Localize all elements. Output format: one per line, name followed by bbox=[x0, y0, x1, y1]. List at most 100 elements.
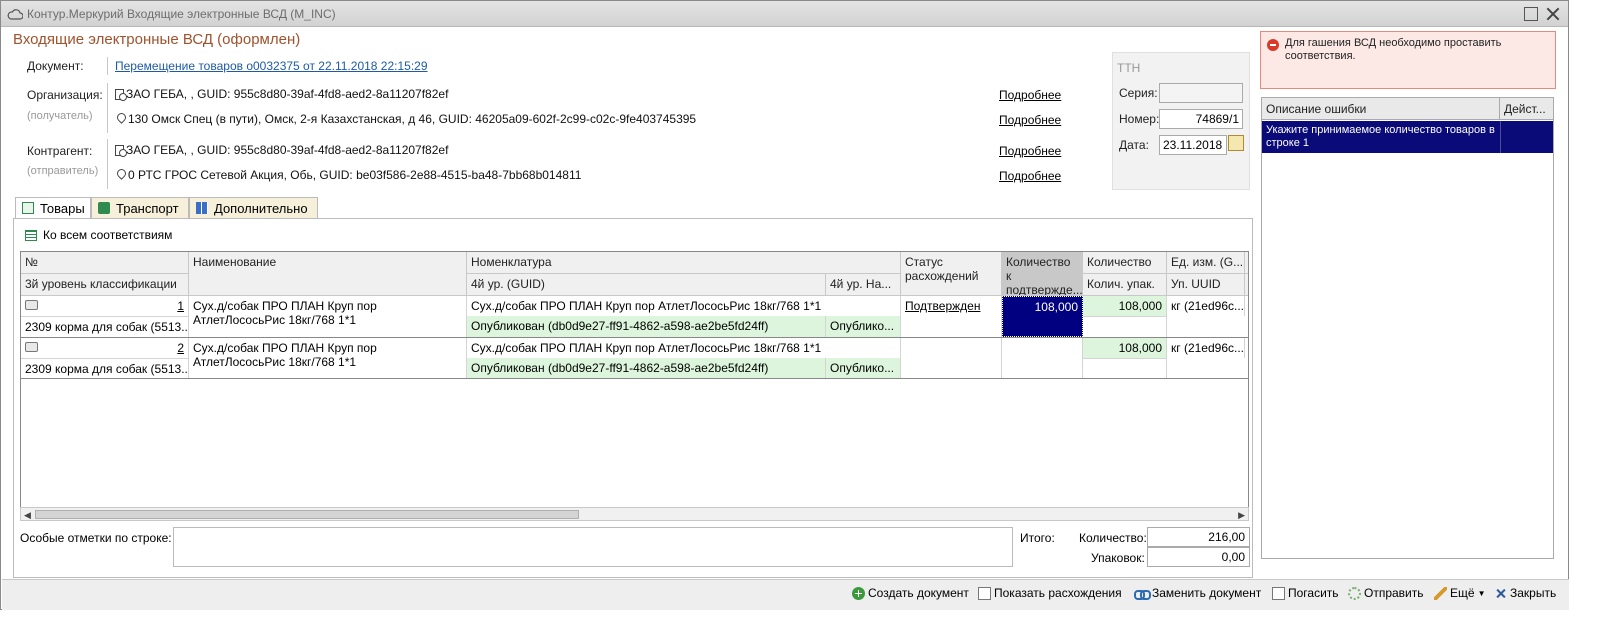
row-nomenclature[interactable]: Сух.д/собак ПРО ПЛАН Круп пор АтлетЛосос… bbox=[467, 338, 901, 358]
col-header-name[interactable]: Наименование bbox=[189, 252, 467, 296]
series-input[interactable] bbox=[1159, 83, 1243, 103]
spinner-icon bbox=[1348, 586, 1361, 600]
row-number[interactable]: 2 bbox=[177, 341, 184, 355]
row-divider bbox=[21, 378, 1248, 379]
error-action-header[interactable]: Дейст... bbox=[1500, 98, 1553, 120]
send-button[interactable]: Отправить bbox=[1348, 586, 1424, 600]
replace-document-label: Заменить документ bbox=[1152, 586, 1262, 600]
close-button[interactable]: Закрыть bbox=[1494, 586, 1556, 600]
row-guid4[interactable]: Опубликован (db0d9e27-ff91-4862-a598-ae2… bbox=[467, 316, 826, 337]
row-num-cell[interactable]: 2 bbox=[21, 338, 189, 358]
row-name[interactable]: Сух.д/собак ПРО ПЛАН Круп пор АтлетЛосос… bbox=[189, 296, 467, 337]
row-qty[interactable]: 108,000 bbox=[1083, 296, 1167, 316]
error-row[interactable]: Укажите принимаемое количество товаров в… bbox=[1262, 121, 1553, 153]
counterparty-address-more-link[interactable]: Подробнее bbox=[999, 169, 1061, 183]
create-document-button[interactable]: Создать документ bbox=[852, 586, 969, 600]
col-header-qty-confirm[interactable]: Количество к подтвержде... bbox=[1002, 252, 1083, 296]
pencil-icon bbox=[1434, 586, 1447, 600]
tab-transport-label: Транспорт bbox=[116, 201, 179, 216]
organization-address-more-link[interactable]: Подробнее bbox=[999, 113, 1061, 127]
error-row-description: Укажите принимаемое количество товаров в… bbox=[1266, 124, 1495, 149]
document-icon bbox=[1272, 586, 1285, 600]
row-qty[interactable]: 108,000 bbox=[1083, 338, 1167, 358]
action-bar: Создать документ Показать расхождения За… bbox=[2, 579, 1569, 610]
row-num-cell[interactable]: 1 bbox=[21, 296, 189, 316]
divider bbox=[1500, 121, 1501, 153]
col-header-extra[interactable] bbox=[1245, 274, 1248, 296]
notes-input[interactable] bbox=[173, 527, 1013, 567]
counterparty-label: Контрагент: bbox=[27, 144, 93, 158]
row-qty-pack[interactable] bbox=[1083, 316, 1167, 337]
row-guid4[interactable]: Опубликован (db0d9e27-ff91-4862-a598-ae2… bbox=[467, 358, 826, 378]
total-qty-label: Количество: bbox=[1079, 531, 1147, 545]
error-icon bbox=[1267, 39, 1279, 51]
number-input[interactable]: 74869/1 bbox=[1159, 109, 1243, 129]
divider bbox=[107, 83, 108, 133]
col-header-nomenclature[interactable]: Номенклатура bbox=[467, 252, 901, 274]
show-differences-button[interactable]: Показать расхождения bbox=[978, 586, 1122, 600]
scroll-right-icon[interactable]: ▶ bbox=[1238, 510, 1245, 521]
main-window: Контур.Меркурий Входящие электронные ВСД… bbox=[0, 0, 1569, 610]
row-qty-pack[interactable] bbox=[1083, 358, 1167, 378]
row-status[interactable]: Подтвержден bbox=[905, 299, 980, 313]
counterparty-more-link[interactable]: Подробнее bbox=[999, 144, 1061, 158]
send-label: Отправить bbox=[1364, 586, 1424, 600]
tab-additional[interactable]: Дополнительно bbox=[189, 197, 318, 218]
match-all-button[interactable]: Ко всем соответствиям bbox=[25, 228, 172, 242]
more-button[interactable]: Ещё ▼ bbox=[1434, 586, 1485, 600]
row-name4[interactable]: Опублико... bbox=[826, 316, 901, 337]
row-class3[interactable]: 2309 корма для собак (5513... bbox=[21, 316, 189, 337]
match-all-label: Ко всем соответствиям bbox=[43, 228, 173, 242]
error-description-header[interactable]: Описание ошибки bbox=[1262, 98, 1500, 120]
row-unit[interactable]: кг (21ed96c... bbox=[1167, 338, 1245, 358]
row-class3[interactable]: 2309 корма для собак (5513... bbox=[21, 358, 189, 378]
close-icon bbox=[1494, 587, 1507, 600]
organization-company: ЗАО ГЕБА, , GUID: 955c8d80-39af-4fd8-aed… bbox=[126, 87, 449, 101]
notes-label: Особые отметки по строке: bbox=[20, 531, 172, 545]
redeem-button[interactable]: Погасить bbox=[1272, 586, 1339, 600]
row-name[interactable]: Сух.д/собак ПРО ПЛАН Круп пор АтлетЛосос… bbox=[189, 338, 467, 378]
col-header-pack-uuid[interactable]: Уп. UUID bbox=[1167, 274, 1245, 296]
organization-more-link[interactable]: Подробнее bbox=[999, 88, 1061, 102]
row-qty-confirm[interactable] bbox=[1002, 338, 1083, 378]
maximize-button[interactable] bbox=[1524, 7, 1538, 21]
scroll-left-icon[interactable]: ◀ bbox=[24, 510, 31, 521]
row-name4[interactable]: Опублико... bbox=[826, 358, 901, 378]
horizontal-scrollbar[interactable]: ◀ ▶ bbox=[20, 507, 1249, 521]
total-pack-field: 0,00 bbox=[1147, 547, 1250, 567]
error-grid: Описание ошибки Дейст... Укажите принима… bbox=[1261, 97, 1554, 559]
row-status-cell[interactable]: Подтвержден bbox=[901, 296, 1002, 337]
replace-document-button[interactable]: Заменить документ bbox=[1134, 586, 1261, 600]
tab-transport[interactable]: Транспорт bbox=[91, 197, 189, 218]
truck-icon bbox=[98, 202, 110, 214]
date-input[interactable]: 23.11.2018 bbox=[1159, 135, 1227, 155]
col-header-num[interactable]: № bbox=[21, 252, 189, 274]
col-header-name4[interactable]: 4й ур. На... bbox=[826, 274, 901, 296]
col-header-status[interactable]: Статус расхождений bbox=[901, 252, 1002, 296]
scroll-thumb[interactable] bbox=[35, 510, 579, 519]
row-status[interactable] bbox=[901, 338, 1002, 378]
col-header-guid4[interactable]: 4й ур. (GUID) bbox=[467, 274, 826, 296]
row-number[interactable]: 1 bbox=[177, 299, 184, 313]
col-header-unit[interactable]: Ед. изм. (G... bbox=[1167, 252, 1245, 274]
row-unit[interactable]: кг (21ed96c... bbox=[1167, 296, 1245, 316]
col-header-qty[interactable]: Количество bbox=[1083, 252, 1167, 274]
col-header-extra[interactable] bbox=[1245, 252, 1248, 274]
location-pin-icon bbox=[117, 169, 126, 181]
differences-icon bbox=[978, 586, 991, 600]
series-label: Серия: bbox=[1119, 86, 1158, 100]
document-link[interactable]: Перемещение товаров о0032375 от 22.11.20… bbox=[115, 59, 428, 73]
printer-icon bbox=[25, 342, 38, 352]
close-label: Закрыть bbox=[1510, 586, 1557, 600]
row-qty-confirm[interactable]: 108,000 bbox=[1002, 296, 1083, 337]
organization-address: 130 Омск Спец (в пути), Омск, 2-я Казахс… bbox=[128, 112, 697, 126]
printer-icon bbox=[25, 300, 38, 310]
close-window-button[interactable] bbox=[1546, 7, 1560, 21]
col-header-qty-pack[interactable]: Колич. упак. bbox=[1083, 274, 1167, 296]
col-header-class3[interactable]: 3й уровень классификации bbox=[21, 274, 189, 296]
row-nomenclature[interactable]: Сух.д/собак ПРО ПЛАН Круп пор АтлетЛосос… bbox=[467, 296, 901, 316]
ttn-title: ТТН bbox=[1117, 61, 1141, 75]
create-document-label: Создать документ bbox=[868, 586, 969, 600]
tab-goods[interactable]: Товары bbox=[15, 197, 91, 219]
calendar-icon[interactable] bbox=[1228, 135, 1244, 151]
